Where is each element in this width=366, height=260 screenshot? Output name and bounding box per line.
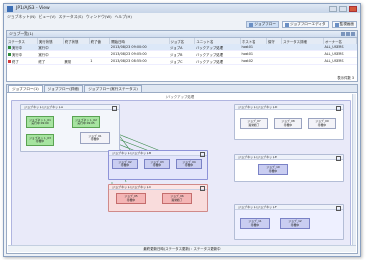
status-icon	[8, 53, 11, 56]
job-table: ステータス 実行状態 終了状態 終了値 開始日時 ジョブ名 ユニット名 ホスト名…	[7, 38, 358, 65]
job-node[interactable]: ジョブネット_01 実行中 09:00	[26, 116, 54, 128]
job-node[interactable]: ジョブネット_03 待機中	[26, 134, 54, 146]
status-bar: 最終更新日時(ステータス更新) : ステータス更新中	[8, 245, 356, 252]
jobflow-editor-button[interactable]: ジョブフローエディタ	[281, 21, 329, 28]
jobflow-button[interactable]: ジョブフロー	[246, 21, 279, 28]
app-icon	[7, 5, 13, 12]
refresh-icon[interactable]	[341, 32, 345, 36]
job-list-panel: ジョブ一覧(1) ステータス 実行状態 終了状態 終了値 開始日時 ジョブ名 ユ…	[6, 30, 358, 82]
jobnet-e[interactable]: ジョブネット/ジョブネットE	[234, 154, 344, 182]
job-node[interactable]: ジョブ_05 待機中	[116, 193, 146, 204]
job-node[interactable]: ジョブ_09 待機中	[308, 118, 336, 129]
maximize-icon[interactable]	[339, 5, 347, 12]
table-row[interactable]: 終了 終了 異常 1 2013/08/23 08:55:00 ジョブC バックア…	[7, 57, 357, 65]
job-node[interactable]: ジョブ_11 待機中	[240, 218, 270, 229]
menu-item-status[interactable]: ステータス(S)	[59, 14, 83, 20]
toolbar: ジョブフロー ジョブフローエディタ 監視画面	[4, 20, 360, 29]
job-list-title: ジョブ一覧(1)	[9, 31, 34, 36]
window-title: JP1/AJS3 - View	[16, 6, 50, 11]
flow-canvas[interactable]: /バックアップ処理 ジョブネット/ジョブネットA ジョブネット_01 実行中 0…	[8, 94, 356, 245]
job-node[interactable]: ジョブネット_02 実行中 09:05	[72, 116, 100, 128]
job-node[interactable]: ジョブ_02 待機中	[112, 159, 138, 169]
status-icon	[8, 60, 11, 63]
settings-icon[interactable]	[346, 32, 350, 36]
job-node[interactable]: ジョブ_03 待機中	[144, 159, 170, 169]
close-icon[interactable]	[349, 5, 357, 12]
jobflow-panel: ジョブフロー(1) ジョブフロー(詳細) ジョブフロー(実行ステータス) /バッ…	[6, 84, 358, 254]
table-row[interactable]: 実行中 実行中 2013/08/23 09:05:00 ジョブB バックアップ処…	[7, 50, 357, 58]
job-node[interactable]: ジョブ_12 待機中	[280, 218, 310, 229]
main-window: JP1/AJS3 - View ジョブネット(N) ビュー(V) ステータス(S…	[3, 3, 361, 257]
status-icon	[8, 46, 11, 49]
menu-item-jobnet[interactable]: ジョブネット(N)	[7, 14, 36, 20]
close-icon[interactable]	[351, 32, 355, 36]
row-count: 表示件数 3	[337, 76, 354, 80]
monitor-icon	[334, 22, 339, 27]
monitor-button[interactable]: 監視画面	[331, 21, 357, 28]
job-node[interactable]: ジョブ_08 待機中	[274, 118, 302, 129]
minimize-icon[interactable]	[329, 5, 337, 12]
title-bar: JP1/AJS3 - View	[4, 4, 360, 13]
menu-item-view[interactable]: ビュー(V)	[39, 14, 56, 20]
tab-jobflow-status[interactable]: ジョブフロー(実行ステータス)	[84, 85, 142, 92]
job-node[interactable]: ジョブ_01 待機中	[80, 132, 110, 144]
tab-jobflow[interactable]: ジョブフロー(1)	[8, 85, 43, 92]
menu-item-help[interactable]: ヘルプ(H)	[115, 14, 132, 20]
editor-icon	[284, 22, 289, 27]
flow-tabs: ジョブフロー(1) ジョブフロー(詳細) ジョブフロー(実行ステータス)	[7, 85, 357, 93]
menu-item-window[interactable]: ウィンドウ(W)	[86, 14, 112, 20]
job-node[interactable]: ジョブ_07 異常終了	[240, 118, 268, 129]
menu-bar: ジョブネット(N) ビュー(V) ステータス(S) ウィンドウ(W) ヘルプ(H…	[4, 13, 360, 20]
tab-jobflow-detail[interactable]: ジョブフロー(詳細)	[43, 85, 84, 92]
job-node[interactable]: ジョブ_04 待機中	[176, 159, 202, 169]
flow-icon	[249, 22, 254, 27]
job-node[interactable]: ジョブ_10 待機中	[258, 164, 288, 175]
vertical-scrollbar[interactable]	[352, 94, 356, 245]
job-node[interactable]: ジョブ_06 異常終了	[162, 193, 192, 204]
